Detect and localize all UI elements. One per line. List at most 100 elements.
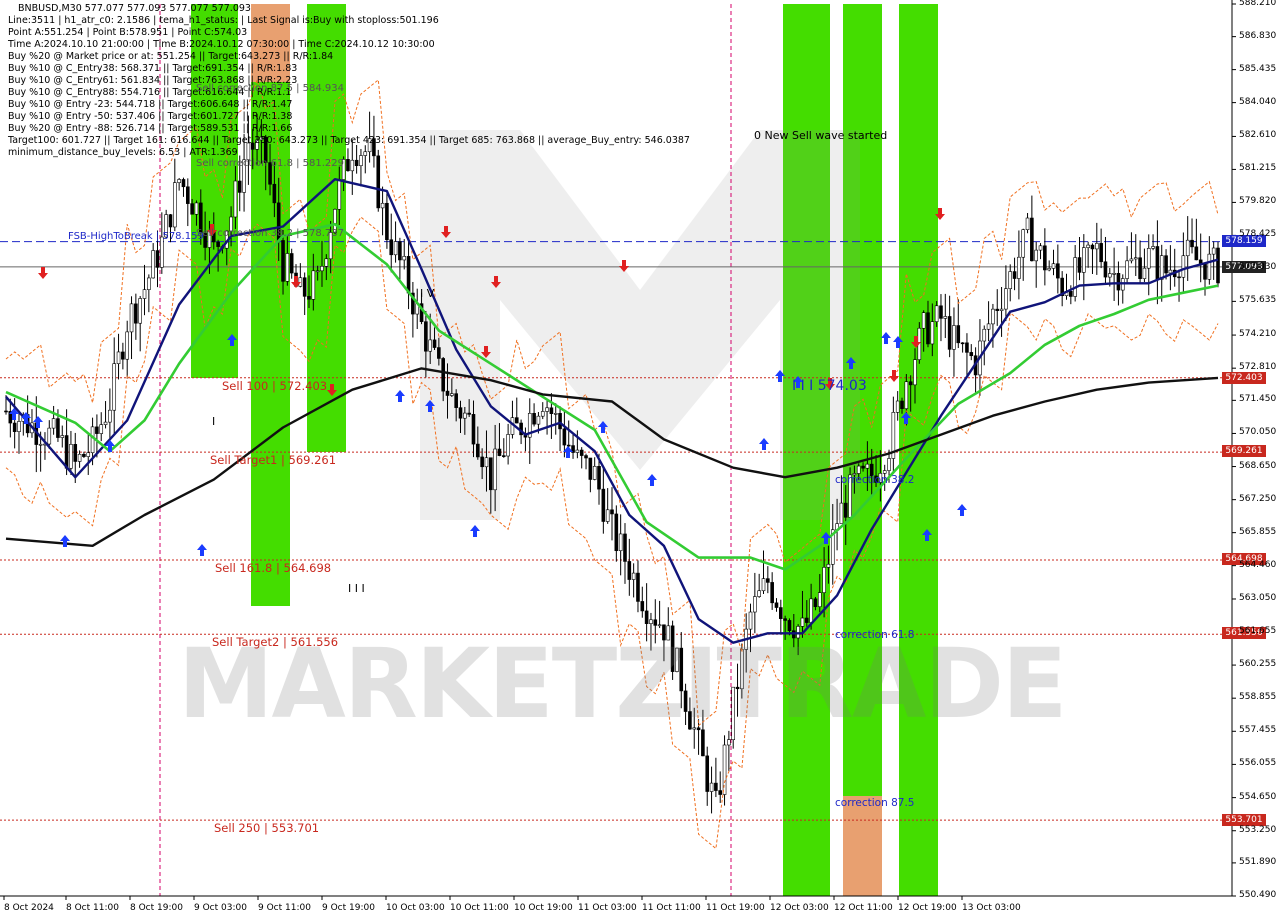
y-tick-label: 560.255 xyxy=(1239,659,1277,670)
candle xyxy=(934,305,939,322)
candle xyxy=(991,308,995,325)
candle xyxy=(1073,257,1077,297)
x-tick-label: 11 Oct 03:00 xyxy=(578,903,637,913)
candle xyxy=(1151,246,1155,249)
wave-iii-price-label: I I I 574.03 xyxy=(792,378,867,394)
candle xyxy=(597,466,601,490)
y-tick-label: 568.650 xyxy=(1239,460,1277,471)
candle xyxy=(843,502,848,518)
candle xyxy=(56,418,60,438)
candle xyxy=(121,351,125,360)
fsb-label: FSB-HighToBreak | 578.159 xyxy=(68,231,204,242)
candle xyxy=(402,256,407,261)
price-tag-sell-100: 572.403 xyxy=(1222,372,1266,384)
info-line: Buy %10 @ Entry -50: 537.406 || Target:6… xyxy=(8,111,293,122)
y-tick-label: 575.635 xyxy=(1239,295,1277,306)
candle xyxy=(1138,257,1142,279)
x-tick-label: 8 Oct 11:00 xyxy=(66,903,119,913)
candle xyxy=(610,509,614,515)
candle xyxy=(982,328,987,342)
sell-target2-label: Sell Target2 | 561.556 xyxy=(212,635,339,649)
candle xyxy=(1125,260,1129,279)
candle xyxy=(1116,273,1121,291)
x-tick-label: 11 Oct 11:00 xyxy=(642,903,701,913)
candle xyxy=(709,782,714,792)
candle xyxy=(86,452,91,457)
candle xyxy=(705,755,710,792)
y-tick-label: 551.890 xyxy=(1239,856,1277,867)
x-tick-label: 13 Oct 03:00 xyxy=(962,903,1021,913)
price-tag-target1: 569.261 xyxy=(1222,445,1266,457)
candle xyxy=(380,202,385,209)
candle xyxy=(116,351,121,364)
candle xyxy=(1043,245,1047,271)
info-line: Time A:2024.10.10 21:00:00 | Time B:2024… xyxy=(8,39,435,50)
candle xyxy=(956,325,961,344)
candle xyxy=(986,323,991,330)
candle xyxy=(233,180,238,218)
candle xyxy=(168,214,173,228)
sell-100-label: Sell 100 | 572.403 xyxy=(222,379,328,393)
y-tick-label: 579.820 xyxy=(1239,196,1277,207)
candle xyxy=(804,617,809,623)
y-tick-label: 564.460 xyxy=(1239,559,1277,570)
candle xyxy=(488,457,493,491)
correction-382-label: correction 38.2 xyxy=(835,474,915,486)
candle xyxy=(458,407,463,419)
new-sell-wave-label: 0 New Sell wave started xyxy=(754,129,888,142)
candle xyxy=(173,182,177,228)
candle xyxy=(930,321,935,345)
candle xyxy=(549,407,554,414)
wave-iii-label: I I I xyxy=(348,582,365,595)
info-line: Buy %10 @ Entry -23: 544.718 || Target:6… xyxy=(8,99,293,110)
x-axis-panel xyxy=(0,896,1280,920)
candle xyxy=(1190,239,1194,248)
candle xyxy=(12,422,17,432)
candle xyxy=(155,250,160,268)
candle xyxy=(631,572,636,580)
candle xyxy=(1103,261,1108,278)
candle xyxy=(186,186,190,204)
candle xyxy=(346,159,350,172)
candle xyxy=(1177,276,1181,279)
candle xyxy=(497,448,502,456)
candle xyxy=(147,277,151,290)
candle xyxy=(350,159,355,172)
candle xyxy=(614,513,619,552)
candle xyxy=(216,241,220,247)
candle xyxy=(1008,271,1013,290)
candle xyxy=(1017,256,1021,279)
candle xyxy=(445,390,450,396)
candle xyxy=(289,253,294,274)
y-tick-label: 572.810 xyxy=(1239,362,1277,373)
x-tick-label: 10 Oct 11:00 xyxy=(450,903,509,913)
candle xyxy=(151,250,155,279)
candle xyxy=(73,444,78,462)
candle xyxy=(1146,248,1151,269)
candle xyxy=(562,428,567,446)
candle xyxy=(926,312,930,345)
y-tick-label: 554.650 xyxy=(1239,791,1277,802)
candle xyxy=(813,598,818,608)
y-tick-label: 563.050 xyxy=(1239,592,1277,603)
x-tick-label: 8 Oct 19:00 xyxy=(130,903,183,913)
x-tick-label: 12 Oct 11:00 xyxy=(834,903,893,913)
sell-corr-618-label: Sell correction 61.8 | 581.229 xyxy=(196,158,345,169)
candle xyxy=(766,578,770,583)
candle xyxy=(177,179,181,183)
y-tick-label: 578.425 xyxy=(1239,229,1277,240)
candle xyxy=(653,619,658,626)
candle xyxy=(908,381,913,386)
candle xyxy=(623,533,627,562)
candle xyxy=(285,253,290,282)
candle xyxy=(1181,255,1186,278)
candle xyxy=(952,325,956,350)
candle xyxy=(579,449,584,456)
sell-corr-382-label: Sell correction 38.2 | 578.737 xyxy=(196,228,345,239)
candle xyxy=(194,202,199,215)
candle xyxy=(60,435,65,438)
candle xyxy=(463,412,467,419)
candle xyxy=(424,321,428,352)
x-tick-label: 9 Oct 11:00 xyxy=(258,903,311,913)
y-tick-label: 570.050 xyxy=(1239,427,1277,438)
